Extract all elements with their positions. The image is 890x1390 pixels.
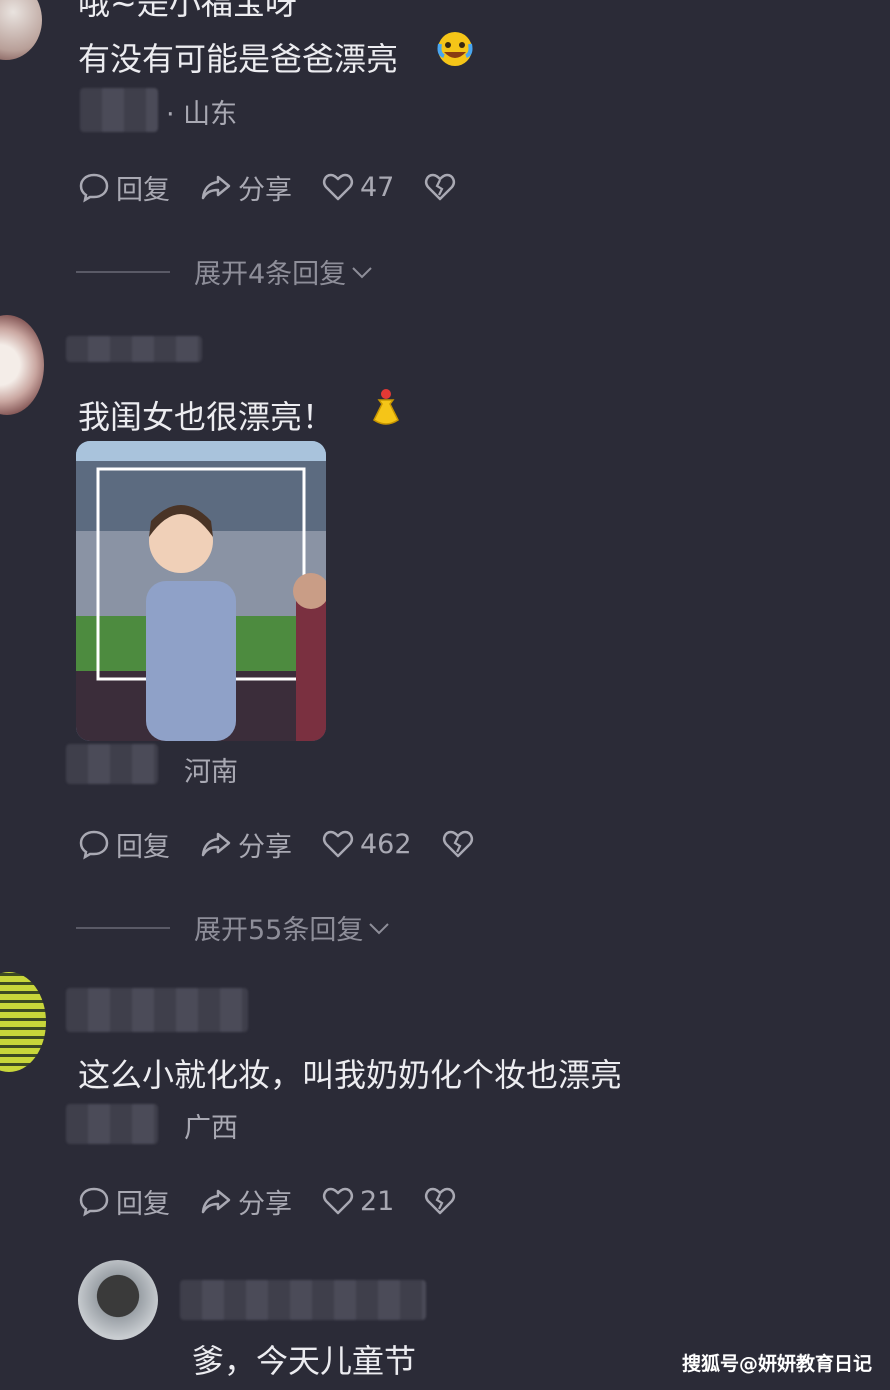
like-button[interactable]: 21	[322, 1185, 394, 1217]
share-label: 分享	[238, 1188, 292, 1220]
lucky-bag-emoji-icon	[370, 388, 402, 428]
share-icon	[201, 1189, 231, 1214]
reply-label: 回复	[116, 1188, 170, 1220]
reply-icon	[79, 173, 109, 203]
avatar[interactable]	[0, 0, 42, 60]
location-label: 河南	[184, 757, 238, 788]
like-count: 21	[360, 1185, 395, 1217]
username-blurred	[66, 744, 158, 784]
username-blurred	[66, 336, 202, 362]
reply-button[interactable]: 回复	[78, 825, 170, 864]
share-label: 分享	[238, 831, 292, 863]
reply-icon	[79, 1187, 109, 1217]
like-count: 47	[360, 171, 395, 203]
heart-icon	[322, 830, 354, 858]
action-bar: 回复 分享 462	[78, 824, 504, 864]
expand-replies-label: 展开4条回复	[194, 259, 347, 290]
avatar[interactable]	[0, 315, 44, 415]
heart-icon	[322, 1187, 354, 1215]
expand-replies-button[interactable]: 展开55条回复	[76, 908, 391, 947]
share-icon	[201, 175, 231, 200]
reply-label: 回复	[116, 174, 170, 206]
like-button[interactable]: 462	[322, 828, 412, 860]
share-button[interactable]: 分享	[200, 168, 292, 207]
dislike-button[interactable]	[424, 1185, 456, 1217]
chevron-down-icon	[352, 266, 372, 278]
reply-button[interactable]: 回复	[78, 168, 170, 207]
like-button[interactable]: 47	[322, 171, 394, 203]
comment-text: 我闺女也很漂亮！	[78, 398, 335, 436]
username-blurred	[66, 988, 248, 1032]
share-button[interactable]: 分享	[200, 1182, 292, 1221]
broken-heart-icon	[425, 1187, 456, 1215]
action-bar: 回复 分享 21	[78, 1181, 486, 1221]
share-label: 分享	[238, 174, 292, 206]
like-count: 462	[360, 828, 412, 860]
chevron-down-icon	[369, 922, 390, 934]
heart-icon	[322, 173, 354, 201]
laugh-cry-emoji-icon	[436, 30, 474, 68]
avatar[interactable]	[78, 1260, 158, 1340]
comment-text-partial: 哦~是小福宝呀	[78, 0, 297, 22]
comment-photo[interactable]	[76, 441, 326, 741]
username-blurred	[180, 1280, 426, 1320]
reply-button[interactable]: 回复	[78, 1182, 170, 1221]
comment-text: 有没有可能是爸爸漂亮	[78, 40, 399, 78]
comment-text: 这么小就化妆，叫我奶奶化个妆也漂亮	[78, 1056, 623, 1094]
dislike-button[interactable]	[442, 828, 474, 860]
broken-heart-icon	[425, 173, 456, 201]
divider-line	[76, 926, 170, 929]
username-blurred	[80, 88, 158, 132]
location-label: · 山东	[166, 99, 238, 130]
expand-replies-label: 展开55条回复	[194, 915, 364, 946]
comment-text: 爹，今天儿童节	[192, 1342, 417, 1380]
location-label: 广西	[184, 1113, 238, 1144]
share-icon	[201, 832, 231, 857]
expand-replies-button[interactable]: 展开4条回复	[76, 252, 374, 291]
avatar[interactable]	[0, 972, 46, 1072]
broken-heart-icon	[442, 830, 473, 858]
divider-line	[76, 270, 170, 273]
username-blurred	[66, 1104, 158, 1144]
reply-icon	[79, 830, 109, 860]
watermark: 搜狐号@妍妍教育日记	[681, 1353, 872, 1375]
share-button[interactable]: 分享	[200, 825, 292, 864]
action-bar: 回复 分享 47	[78, 167, 486, 207]
reply-label: 回复	[116, 831, 170, 863]
dislike-button[interactable]	[424, 171, 456, 203]
